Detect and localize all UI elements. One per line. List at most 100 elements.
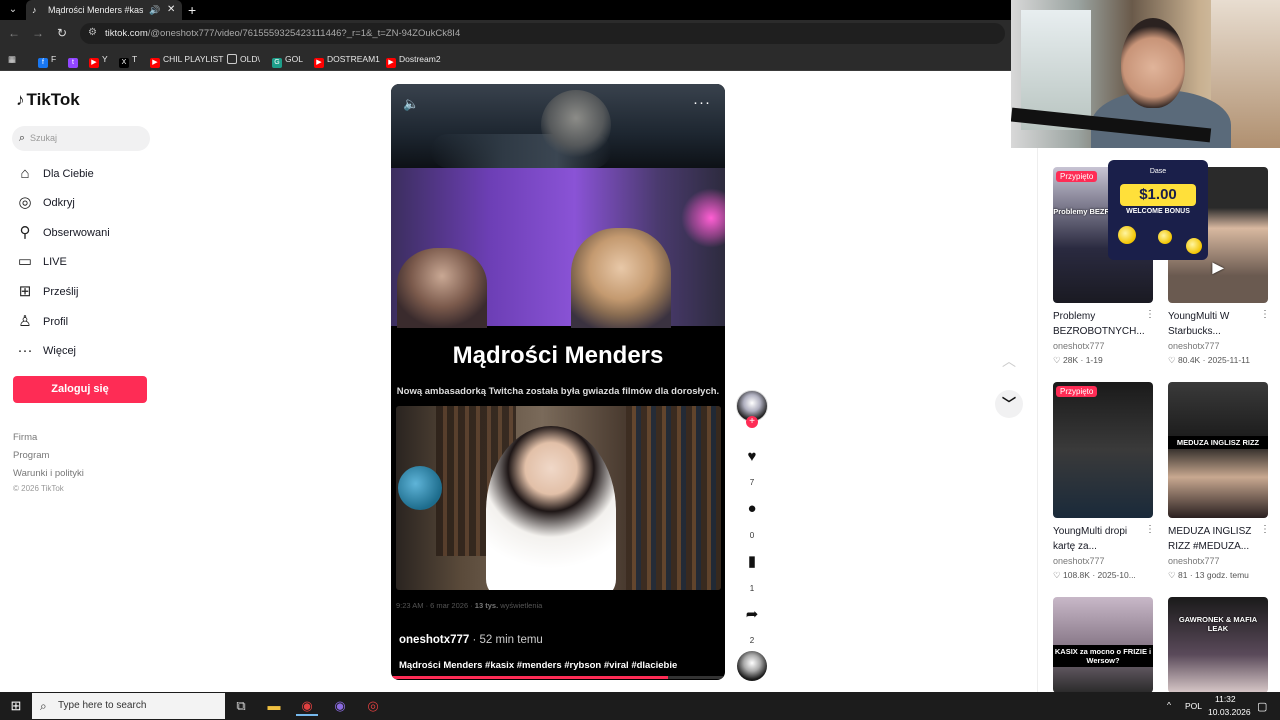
sidebar-item-dla-ciebie[interactable]: ⌂ Dla Ciebie <box>14 162 154 186</box>
apps-grid-icon[interactable]: ▦ <box>8 52 16 66</box>
video-thumbnail[interactable]: KASIX za mocno o FRIZIE i Wersow? <box>1053 597 1153 693</box>
thumbnail-overlay-text: GAWRONEK & MAFIA LEAK <box>1178 615 1258 633</box>
video-tweet-meta: 9:23 AM · 6 mar 2026 · 13 tys. wyświetle… <box>396 601 543 610</box>
new-tab-button[interactable]: + <box>188 0 196 20</box>
chevron-up-icon[interactable]: ︿ <box>995 347 1023 375</box>
card-stats: ♡ 81 · 13 godz. temu <box>1168 570 1249 580</box>
ad-brand: Dase <box>1149 168 1167 175</box>
related-video-card[interactable]: KASIX za mocno o FRIZIE i Wersow? <box>1053 597 1153 693</box>
bookmark-youtube-y[interactable]: ▶ Y <box>89 52 108 68</box>
taskbar-search-placeholder: Type here to search <box>58 700 147 711</box>
footer-link-firma[interactable]: Firma <box>13 432 37 443</box>
video-thumbnail[interactable]: Przypięto <box>1053 382 1153 518</box>
card-author[interactable]: oneshotx777 <box>1168 341 1220 351</box>
card-more-icon[interactable]: ⋮ <box>1145 524 1155 535</box>
sidebar-item-label: Profil <box>43 316 69 328</box>
scene-bookshelf-right <box>626 406 721 590</box>
bookmark-dostream2[interactable]: ▶ Dostream2 <box>386 52 441 68</box>
follow-plus-icon[interactable]: + <box>746 416 758 428</box>
search-placeholder: Szukaj <box>30 133 58 143</box>
video-thumbnail[interactable]: GAWRONEK & MAFIA LEAK <box>1168 597 1268 693</box>
card-more-icon[interactable]: ⋮ <box>1260 309 1270 320</box>
file-explorer-icon[interactable]: ▬ <box>263 696 285 716</box>
profile-icon: ♙ <box>18 313 32 330</box>
coin-icon <box>1158 230 1172 244</box>
video-author[interactable]: oneshotx777 · 52 min temu <box>399 634 543 646</box>
bookmark-chil-playlist[interactable]: ▶ CHIL PLAYLIST <box>150 52 223 68</box>
welcome-bonus-ad[interactable]: Dase $1.00 WELCOME BONUS <box>1108 160 1208 260</box>
taskbar-search-input[interactable]: ⌕ Type here to search <box>32 693 225 719</box>
sidebar-item-odkryj[interactable]: ◎ Odkryj <box>14 191 154 215</box>
app-icon-2[interactable]: ◎ <box>362 696 384 716</box>
card-author[interactable]: oneshotx777 <box>1168 556 1220 566</box>
back-arrow-icon[interactable]: ← <box>6 25 22 41</box>
card-more-icon[interactable]: ⋮ <box>1145 309 1155 320</box>
ad-amount: $1.00 <box>1120 184 1196 206</box>
windows-start-icon[interactable]: ⊞ <box>8 698 24 714</box>
card-title[interactable]: YoungMulti dropi kartę za... <box>1053 524 1145 554</box>
volume-icon[interactable]: 🔈 <box>403 96 419 112</box>
panel-divider <box>1037 148 1038 693</box>
reload-icon[interactable]: ↻ <box>54 25 70 41</box>
browser-toolbar: ← → ↻ ⚙ tiktok.com/@oneshotx777/video/76… <box>0 20 1011 47</box>
chevron-down-icon[interactable]: ﹀ <box>995 390 1023 418</box>
tiktok-logo[interactable]: ♪ TikTok <box>16 90 80 114</box>
clock-time[interactable]: 11:32 <box>1215 694 1236 704</box>
card-stats: ♡ 108.8K · 2025-10... <box>1053 570 1136 580</box>
home-icon: ⌂ <box>20 165 30 182</box>
video-caption[interactable]: Mądrości Menders #kasix #menders #rybson… <box>399 660 677 671</box>
tab-search-chevron-icon[interactable]: ⌄ <box>4 2 22 18</box>
card-more-icon[interactable]: ⋮ <box>1260 524 1270 535</box>
site-info-icon[interactable]: ⚙ <box>88 27 100 39</box>
chrome-icon[interactable]: ◉ <box>296 696 318 716</box>
login-button[interactable]: Zaloguj się <box>13 376 147 403</box>
footer-link-terms[interactable]: Warunki i polityki <box>13 468 84 479</box>
sidebar-item-live[interactable]: ▭ LIVE <box>14 250 154 274</box>
close-tab-icon[interactable]: ✕ <box>167 0 175 20</box>
footer-link-program[interactable]: Program <box>13 450 49 461</box>
card-title[interactable]: YoungMulti W Starbucks... <box>1168 309 1260 339</box>
forward-arrow-icon[interactable]: → <box>30 25 46 41</box>
language-indicator[interactable]: POL <box>1185 701 1202 711</box>
sidebar-item-profil[interactable]: ♙ Profil <box>14 310 154 334</box>
video-title-overlay: Mądrości Menders <box>452 342 664 369</box>
card-title[interactable]: Problemy BEZROBOTNYCH... <box>1053 309 1145 339</box>
card-author[interactable]: oneshotx777 <box>1053 556 1105 566</box>
app-icon[interactable]: ◉ <box>329 696 351 716</box>
bookmark-facebook[interactable]: fF <box>38 52 56 68</box>
sidebar-item-przeslij[interactable]: ⊞ Prześlij <box>14 280 154 304</box>
video-progress-bar[interactable] <box>391 676 725 679</box>
sidebar-item-obserwowani[interactable]: ⚲ Obserwowani <box>14 221 154 245</box>
music-avatar[interactable] <box>737 651 767 681</box>
comment-icon[interactable]: ● <box>740 497 764 521</box>
scene-girl-left <box>397 248 487 328</box>
task-view-icon[interactable]: ⧉ <box>230 696 252 716</box>
video-player[interactable]: Mądrości Menders Nową ambasadorką Twitch… <box>391 84 725 680</box>
user-follow-icon: ⚲ <box>19 224 31 241</box>
audio-playing-icon[interactable]: 🔊 <box>149 0 160 20</box>
share-arrow-icon[interactable]: ➦ <box>740 603 764 627</box>
tray-chevron-up-icon[interactable]: ^ <box>1167 700 1171 710</box>
notification-icon[interactable]: ▢ <box>1257 700 1267 713</box>
search-icon: ⌕ <box>18 132 26 144</box>
browser-tab-active[interactable]: ♪ Mądrości Menders #kasix # 🔊 ✕ <box>26 0 182 20</box>
sidebar-item-wiecej[interactable]: ··· Więcej <box>14 339 154 363</box>
like-heart-icon[interactable]: ♥ <box>740 445 764 469</box>
clock-date[interactable]: 10.03.2026 <box>1208 707 1251 717</box>
video-thumbnail[interactable]: MEDUZA INGLISZ RIZZ <box>1168 382 1268 518</box>
related-video-card[interactable]: GAWRONEK & MAFIA LEAK <box>1168 597 1268 693</box>
bookmark-dostream1[interactable]: ▶ DOSTREAM1 <box>314 52 380 68</box>
bookmark-icon[interactable]: ▮ <box>740 550 764 574</box>
more-options-icon[interactable]: ··· <box>693 94 711 111</box>
bookmark-folder-old[interactable]: OLD\ <box>227 52 260 66</box>
address-bar[interactable]: ⚙ tiktok.com/@oneshotx777/video/76155593… <box>80 23 1005 44</box>
youtube-icon: ▶ <box>89 58 99 68</box>
card-author[interactable]: oneshotx777 <box>1053 341 1105 351</box>
url-text[interactable]: tiktok.com/@oneshotx777/video/7615559325… <box>105 23 460 44</box>
card-title[interactable]: MEDUZA INGLISZ RIZZ #MEDUZA... <box>1168 524 1260 554</box>
bookmark-twitch[interactable]: t <box>68 52 81 68</box>
scene-woman <box>486 426 616 590</box>
bookmark-gol[interactable]: G GOL <box>272 52 303 68</box>
search-input[interactable]: ⌕ Szukaj <box>12 126 150 151</box>
bookmark-x-t[interactable]: XT <box>119 52 137 68</box>
